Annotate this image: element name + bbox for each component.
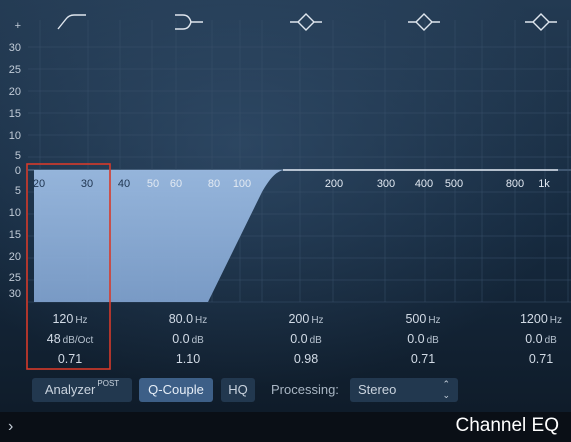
frequency-label: 200 xyxy=(325,178,343,190)
frequency-label: 80 xyxy=(208,178,220,190)
gain-scale-label: 25 xyxy=(9,272,21,284)
expand-chevron-icon[interactable]: › xyxy=(8,418,13,436)
frequency-label: 20 xyxy=(33,178,45,190)
gain-scale-label: 20 xyxy=(9,251,21,263)
frequency-label: 500 xyxy=(445,178,463,190)
frequency-label: 60 xyxy=(170,178,182,190)
band1-q[interactable]: 0.71 xyxy=(25,351,115,367)
frequency-label: 50 xyxy=(147,178,159,190)
eq-display[interactable]: +30252015105051015202530 20 30 40 50 60 80 100… xyxy=(0,0,571,442)
band3-freq[interactable]: 200 Hz xyxy=(261,311,351,329)
gain-scale-label: 15 xyxy=(9,108,21,120)
frequency-label: 30 xyxy=(81,178,93,190)
band4-gain[interactable]: 0.0 dB xyxy=(378,331,468,349)
gain-scale-label: 30 xyxy=(9,42,21,54)
frequency-label: 100 xyxy=(233,178,251,190)
frequency-label: 1k xyxy=(538,178,550,190)
gain-scale-label: 10 xyxy=(9,207,21,219)
band5-q[interactable]: 0.71 xyxy=(496,351,571,367)
band4-q[interactable]: 0.71 xyxy=(378,351,468,367)
gain-scale-label: 10 xyxy=(9,130,21,142)
band5-freq[interactable]: 1200 Hz xyxy=(496,311,571,329)
frequency-label: 800 xyxy=(506,178,524,190)
gain-scale-label: 5 xyxy=(15,185,21,197)
band2-gain[interactable]: 0.0 dB xyxy=(143,331,233,349)
gain-scale-label: + xyxy=(15,20,21,32)
band4-freq[interactable]: 500 Hz xyxy=(378,311,468,329)
band3-q[interactable]: 0.98 xyxy=(261,351,351,367)
analyzer-post-label: POST xyxy=(97,379,120,388)
processing-select[interactable]: Stereo ⌃ ⌄ xyxy=(350,378,458,402)
gain-scale-label: 30 xyxy=(9,288,21,300)
gain-scale-label: 0 xyxy=(15,165,21,177)
analyzer-button[interactable]: Analyzer POST xyxy=(32,378,132,402)
analyzer-label: Analyzer xyxy=(44,382,96,397)
band2-freq[interactable]: 80.0 Hz xyxy=(143,311,233,329)
processing-label: Processing: xyxy=(271,382,339,397)
band1-slope[interactable]: 48 dB/Oct xyxy=(25,331,115,349)
band1-freq[interactable]: 120 Hz xyxy=(25,311,115,329)
channel-eq-window: +30 25 20 15 10 5 0 5 10 15 20 25 30 20 30 40 50 60 80 100… xyxy=(0,0,571,442)
gain-scale-label: 25 xyxy=(9,64,21,76)
hq-button[interactable]: HQ xyxy=(221,378,255,402)
select-arrows-icon: ⌃ ⌄ xyxy=(442,379,450,400)
band5-gain[interactable]: 0.0 dB xyxy=(496,331,571,349)
frequency-label: 300 xyxy=(377,178,395,190)
footer-bar: › Channel EQ xyxy=(0,412,571,442)
plugin-title: Channel EQ xyxy=(455,415,559,436)
gain-scale-label: 5 xyxy=(15,150,21,162)
q-couple-button[interactable]: Q-Couple xyxy=(139,378,213,402)
gain-scale-label: 20 xyxy=(9,86,21,98)
frequency-label: 400 xyxy=(415,178,433,190)
band2-q[interactable]: 1.10 xyxy=(143,351,233,367)
band3-gain[interactable]: 0.0 dB xyxy=(261,331,351,349)
frequency-label: 40 xyxy=(118,178,130,190)
gain-scale-label: 15 xyxy=(9,229,21,241)
